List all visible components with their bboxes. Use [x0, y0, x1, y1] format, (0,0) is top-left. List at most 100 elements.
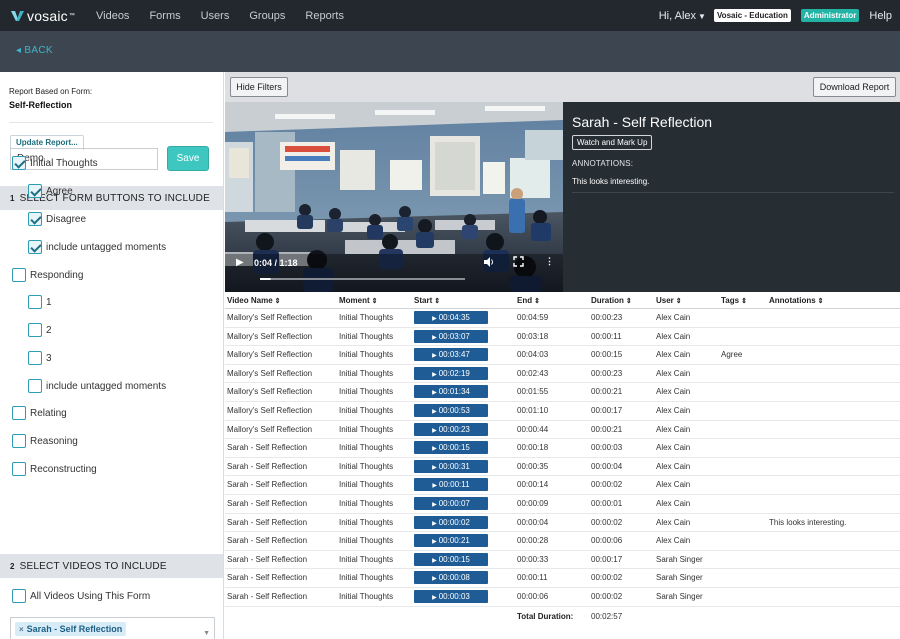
start-time-button[interactable]: ▶ 00:00:53 [414, 403, 488, 417]
start-time-button[interactable]: ▶ 00:00:07 [414, 496, 488, 510]
column-header-tags[interactable]: Tags ⇕ [721, 296, 747, 305]
checkbox-label: Initial Thoughts [30, 157, 98, 169]
start-time: 00:00:53 [438, 405, 470, 415]
save-button[interactable]: Save [167, 146, 209, 171]
start-time-button[interactable]: ▶ 00:00:15 [414, 441, 488, 455]
start-time-button[interactable]: ▶ 00:03:07 [414, 329, 488, 343]
help-link[interactable]: Help [869, 10, 892, 22]
cell-end: 00:00:04 [517, 517, 549, 527]
start-time-button[interactable]: ▶ 00:03:47 [414, 348, 488, 362]
cell-video-name: Mallory's Self Reflection [227, 368, 313, 378]
table-row: Sarah - Self Reflection Initial Thoughts ▶… [225, 439, 900, 458]
selected-video-label: Sarah - Self Reflection [26, 624, 123, 634]
checkbox[interactable] [28, 295, 42, 309]
cell-video-name: Sarah - Self Reflection [227, 573, 308, 583]
start-time-button[interactable]: ▶ 00:00:02 [414, 515, 488, 529]
all-videos-checkbox-row[interactable]: All Videos Using This Form [12, 589, 150, 603]
nav-groups[interactable]: Groups [249, 10, 285, 22]
column-header-moment[interactable]: Moment ⇕ [339, 296, 378, 305]
report-based-label: Report Based on Form: [9, 87, 93, 96]
checkbox[interactable] [12, 434, 26, 448]
cell-end: 00:04:59 [517, 313, 549, 322]
checkbox[interactable] [28, 379, 42, 393]
watch-and-mark-up-button[interactable]: Watch and Mark Up [572, 135, 653, 150]
start-time-button[interactable]: ▶ 00:02:19 [414, 366, 488, 380]
column-header-video-name[interactable]: Video Name ⇕ [227, 296, 281, 305]
play-icon: ▶ [432, 557, 437, 564]
checkbox-label: Reconstructing [30, 463, 97, 475]
column-header-start[interactable]: Start ⇕ [414, 296, 440, 305]
column-header-annotations[interactable]: Annotations ⇕ [769, 296, 824, 305]
form-button-checkbox-row[interactable]: Relating [12, 406, 67, 420]
cell-user: Sarah Singer [656, 554, 703, 564]
checkbox-label: 2 [46, 324, 52, 336]
nav-videos[interactable]: Videos [96, 10, 129, 22]
back-link[interactable]: ◂ BACK [16, 45, 53, 56]
user-greeting: Hi, Alex [658, 9, 697, 22]
column-header-duration[interactable]: Duration ⇕ [591, 296, 632, 305]
cell-video-name: Sarah - Self Reflection [227, 591, 308, 601]
more-options-icon[interactable]: ⋮ [545, 256, 554, 267]
fullscreen-icon[interactable] [513, 256, 524, 267]
cell-duration: 00:00:21 [591, 387, 623, 397]
play-icon[interactable]: ▶ [236, 257, 244, 268]
checkbox[interactable] [12, 406, 26, 420]
column-header-end[interactable]: End ⇕ [517, 296, 540, 305]
user-menu[interactable]: Hi, Alex ▼ [659, 10, 706, 22]
cell-moment: Initial Thoughts [339, 424, 394, 434]
cell-moment: Initial Thoughts [339, 368, 394, 378]
checkbox[interactable] [28, 323, 42, 337]
start-time-button[interactable]: ▶ 00:00:21 [414, 534, 488, 548]
play-icon: ▶ [432, 353, 437, 360]
start-time-button[interactable]: ▶ 00:00:23 [414, 422, 488, 436]
cell-user: Alex Cain [656, 480, 691, 490]
checkbox-checked[interactable] [28, 184, 42, 198]
remove-tag-icon[interactable]: × [19, 625, 24, 634]
form-button-checkbox-row[interactable]: 2 [28, 323, 52, 337]
start-time: 00:00:31 [438, 461, 470, 471]
cell-user: Alex Cain [656, 387, 691, 397]
column-header-label: End [517, 296, 533, 305]
video-player[interactable]: ▶ 0:04 / 1:18 ⋮ [225, 102, 563, 292]
form-button-checkbox-row[interactable]: Initial Thoughts [12, 156, 98, 170]
nav-reports[interactable]: Reports [305, 10, 344, 22]
cell-end: 00:01:10 [517, 405, 549, 415]
form-button-checkbox-row[interactable]: Reasoning [12, 434, 78, 448]
start-time: 00:03:47 [438, 350, 470, 360]
table-row: Mallory's Self Reflection Initial Thought… [225, 365, 900, 384]
checkbox-checked[interactable] [12, 156, 26, 170]
hide-filters-button[interactable]: Hide Filters [230, 77, 288, 97]
video-multiselect[interactable]: × Sarah - Self Reflection ▼ [10, 617, 215, 639]
start-time: 00:04:35 [438, 313, 470, 322]
form-button-checkbox-row[interactable]: 3 [28, 351, 52, 365]
volume-icon[interactable] [483, 256, 495, 268]
checkbox-checked[interactable] [28, 212, 42, 226]
start-time-button[interactable]: ▶ 00:00:03 [414, 589, 488, 603]
form-button-checkbox-row[interactable]: include untagged moments [28, 379, 166, 393]
form-button-checkbox-row[interactable]: 1 [28, 295, 52, 309]
form-button-checkbox-row[interactable]: Agree [28, 184, 73, 198]
nav-forms[interactable]: Forms [149, 10, 180, 22]
nav-users[interactable]: Users [201, 10, 230, 22]
start-time-button[interactable]: ▶ 00:00:11 [414, 478, 488, 492]
start-time-button[interactable]: ▶ 00:00:15 [414, 552, 488, 566]
form-button-checkbox-row[interactable]: Responding [12, 268, 83, 282]
form-button-checkbox-row[interactable]: Disagree [28, 212, 86, 226]
column-header-user[interactable]: User ⇕ [656, 296, 682, 305]
form-button-checkbox-row[interactable]: Reconstructing [12, 462, 97, 476]
checkbox-checked[interactable] [28, 240, 42, 254]
vosaic-logo[interactable]: vosaic ™ [10, 8, 86, 24]
download-report-button[interactable]: Download Report [813, 77, 896, 97]
start-time-button[interactable]: ▶ 00:00:31 [414, 459, 488, 473]
cell-moment: Initial Thoughts [339, 461, 394, 471]
form-button-checkbox-row[interactable]: include untagged moments [28, 240, 166, 254]
org-badge: Vosaic - Education [713, 9, 791, 22]
checkbox[interactable] [12, 268, 26, 282]
start-time-button[interactable]: ▶ 00:04:35 [414, 311, 488, 324]
checkbox[interactable] [28, 351, 42, 365]
checkbox[interactable] [12, 589, 26, 603]
start-time-button[interactable]: ▶ 00:01:34 [414, 385, 488, 399]
cell-video-name: Sarah - Self Reflection [227, 461, 308, 471]
start-time-button[interactable]: ▶ 00:00:08 [414, 571, 488, 585]
checkbox[interactable] [12, 462, 26, 476]
